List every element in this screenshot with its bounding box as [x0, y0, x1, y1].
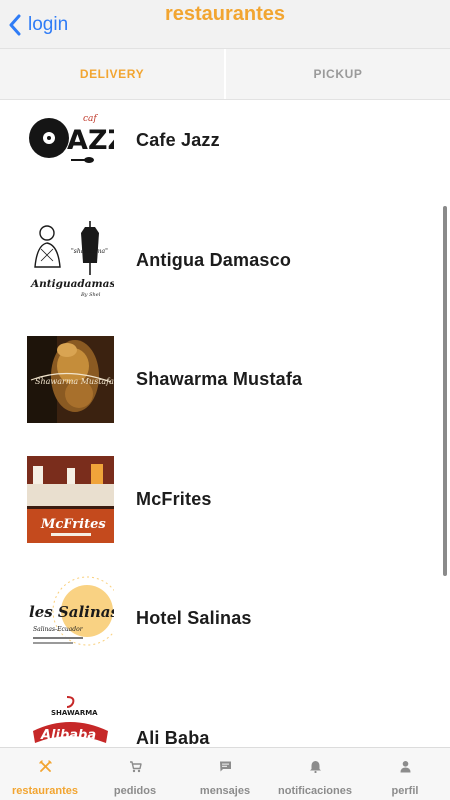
tab-label: perfil	[391, 785, 419, 797]
page-title: restaurantes	[164, 3, 286, 25]
restaurant-name: Antigua Damasco	[136, 249, 292, 270]
tab-delivery[interactable]: DELIVERY	[0, 49, 226, 99]
tab-label: notificaciones	[278, 785, 352, 797]
restaurant-name: McFrites	[136, 488, 212, 509]
restaurant-name: Hotel Salinas	[136, 607, 252, 628]
restaurant-item-shawarma-mustafa[interactable]: Shawarma Mustafa Shawarma Mustafa	[0, 329, 440, 429]
bell-icon	[309, 761, 321, 773]
restaurant-item-antigua-damasco[interactable]: "shawarma" Antiguadamasco By Shel Antigu…	[0, 210, 440, 310]
restaurant-logo: les Salinas Salinas-Ecuador	[27, 574, 114, 662]
tab-label: pedidos	[113, 785, 157, 797]
message-icon	[219, 761, 231, 772]
logo-subtext: caf	[83, 114, 98, 124]
restaurant-name: Shawarma Mustafa	[136, 368, 303, 389]
navigation-bar: login restaurantes	[0, 0, 450, 48]
restaurant-item-hotel-salinas[interactable]: les Salinas Salinas-Ecuador Hotel Salina…	[0, 568, 440, 668]
logo-subtext: SHAWARMA	[51, 709, 98, 717]
restaurant-logo: Shawarma Mustafa	[27, 335, 114, 423]
bottom-tab-bar: restaurantes pedidos mensajes notificaci…	[0, 747, 450, 800]
restaurant-logo: caf JAZZ	[27, 100, 114, 184]
cart-icon	[129, 761, 142, 773]
logo-text: Shawarma Mustafa	[35, 377, 114, 386]
restaurant-logo: "shawarma" Antiguadamasco By Shel	[27, 216, 114, 304]
restaurant-list[interactable]: caf JAZZ Cafe Jazz "shawarma" Antiguadam…	[0, 100, 450, 747]
tab-restaurantes[interactable]: restaurantes	[0, 748, 90, 800]
tab-pedidos[interactable]: pedidos	[90, 748, 180, 800]
restaurant-item-ali-baba[interactable]: SHAWARMA Alibaba Ali Baba	[0, 688, 440, 747]
list-scrollbar[interactable]	[443, 206, 447, 576]
logo-tagline: By Shel	[80, 292, 101, 298]
logo-text: Alibaba	[40, 728, 96, 743]
tab-mensajes[interactable]: mensajes	[180, 748, 270, 800]
logo-text: Antiguadamasco	[30, 278, 114, 290]
restaurant-item-mcfrites[interactable]: McFrites McFrites	[0, 449, 440, 549]
logo-text: les Salinas	[29, 603, 114, 621]
logo-text: McFrites	[40, 517, 106, 532]
tab-notificaciones[interactable]: notificaciones	[270, 748, 360, 800]
logo-subtext: Salinas-Ecuador	[33, 626, 84, 633]
restaurant-name: Ali Baba	[136, 727, 210, 748]
mode-tabs: DELIVERY PICKUP	[0, 48, 450, 100]
logo-text: JAZZ	[55, 125, 114, 156]
utensils-icon	[38, 760, 52, 772]
restaurant-logo: SHAWARMA Alibaba	[27, 694, 114, 747]
tab-label: mensajes	[199, 785, 251, 797]
restaurant-name: Cafe Jazz	[136, 129, 220, 150]
user-icon	[400, 761, 410, 773]
restaurant-item-cafe-jazz[interactable]: caf JAZZ Cafe Jazz	[0, 100, 440, 190]
tab-label: restaurantes	[11, 785, 79, 797]
tab-pickup[interactable]: PICKUP	[226, 49, 450, 99]
logo-subtext: "shawarma"	[71, 248, 108, 255]
tab-perfil[interactable]: perfil	[360, 748, 450, 800]
restaurant-logo: McFrites	[27, 455, 114, 543]
